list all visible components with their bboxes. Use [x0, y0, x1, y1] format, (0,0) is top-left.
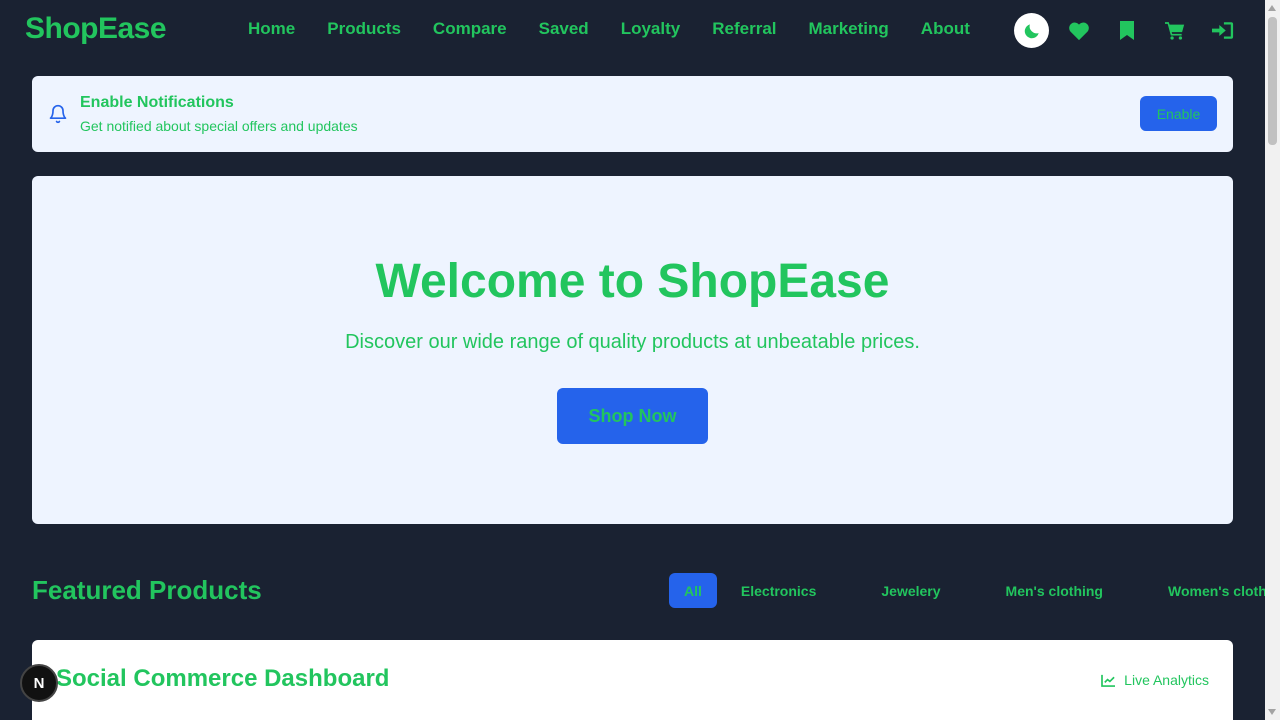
scrollbar-thumb[interactable] — [1268, 17, 1277, 145]
filter-jewelery[interactable]: Jewelery — [881, 573, 964, 608]
nav-home[interactable]: Home — [248, 19, 295, 39]
hero-subtitle: Discover our wide range of quality produ… — [345, 331, 920, 353]
scroll-up-arrow-icon[interactable] — [1268, 5, 1276, 11]
page-scrollbar[interactable] — [1265, 0, 1280, 720]
hero-title: Welcome to ShopEase — [375, 255, 890, 308]
nav-marketing[interactable]: Marketing — [809, 19, 889, 39]
bell-icon — [49, 104, 67, 124]
filter-all[interactable]: All — [669, 573, 717, 608]
notification-subtitle: Get notified about special offers and up… — [80, 118, 358, 134]
nav-about[interactable]: About — [921, 19, 970, 39]
hero-section: Welcome to ShopEase Discover our wide ra… — [32, 176, 1233, 524]
social-commerce-dashboard: Social Commerce Dashboard Live Analytics — [32, 640, 1233, 720]
moon-icon — [1024, 23, 1039, 38]
nextjs-badge[interactable]: N — [20, 664, 58, 702]
shop-now-button[interactable]: Shop Now — [557, 388, 708, 444]
nav-products[interactable]: Products — [327, 19, 401, 39]
featured-products-title: Featured Products — [32, 575, 262, 605]
nav-loyalty[interactable]: Loyalty — [621, 19, 681, 39]
filter-mens-clothing[interactable]: Men's clothing — [1006, 573, 1127, 608]
nav-referral[interactable]: Referral — [712, 19, 776, 39]
filter-womens-clothing[interactable]: Women's clothing — [1168, 573, 1280, 608]
cart-icon — [1165, 22, 1185, 40]
live-analytics-label: Live Analytics — [1124, 672, 1209, 688]
enable-notifications-button[interactable]: Enable — [1140, 96, 1217, 131]
brand-logo[interactable]: ShopEase — [25, 12, 167, 46]
nav-saved[interactable]: Saved — [539, 19, 589, 39]
nav-compare[interactable]: Compare — [433, 19, 507, 39]
main-nav: Home Products Compare Saved Loyalty Refe… — [248, 19, 1002, 39]
notification-title: Enable Notifications — [80, 94, 234, 111]
notification-banner: Enable Notifications Get notified about … — [32, 76, 1233, 152]
wishlist-button[interactable] — [1061, 13, 1097, 48]
chart-line-icon — [1101, 674, 1116, 687]
navbar: ShopEase Home Products Compare Saved Loy… — [0, 0, 1265, 60]
heart-icon — [1069, 22, 1089, 40]
saved-button[interactable] — [1109, 13, 1145, 48]
theme-toggle-button[interactable] — [1014, 13, 1049, 48]
sign-in-button[interactable] — [1205, 13, 1241, 48]
nav-actions — [1014, 13, 1241, 48]
cart-button[interactable] — [1157, 13, 1193, 48]
dashboard-title: Social Commerce Dashboard — [56, 665, 390, 692]
bookmark-icon — [1120, 21, 1134, 40]
live-analytics-link[interactable]: Live Analytics — [1101, 672, 1209, 688]
category-filters: All Electronics Jewelery Men's clothing … — [669, 573, 1280, 608]
sign-in-icon — [1212, 22, 1234, 39]
scroll-down-arrow-icon[interactable] — [1268, 709, 1276, 715]
filter-electronics[interactable]: Electronics — [741, 573, 840, 608]
